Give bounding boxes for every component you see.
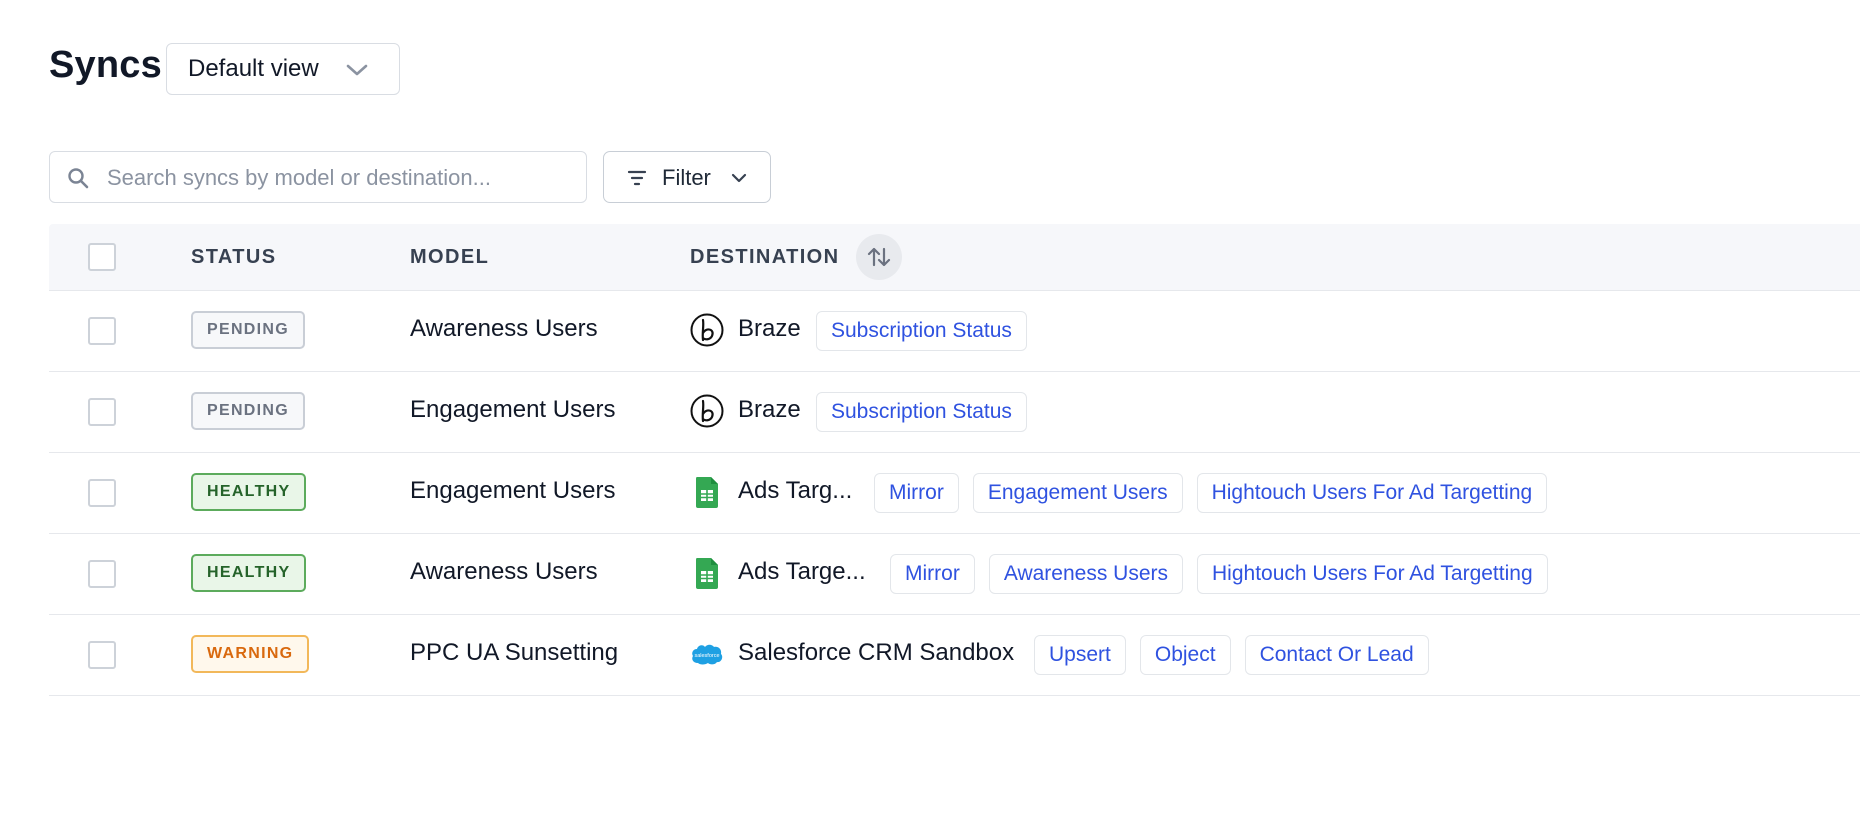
search-input[interactable] [105, 162, 579, 194]
destination-name[interactable]: Salesforce CRM Sandbox [738, 639, 1014, 667]
tag-list: Subscription Status [816, 392, 1027, 432]
tag-list: Upsert Object Contact Or Lead [1034, 635, 1429, 675]
table-row[interactable]: HEALTHY Awareness Users Ads Targe... Mir… [49, 534, 1860, 615]
model-name[interactable]: PPC UA Sunsetting [410, 639, 618, 667]
tag[interactable]: Contact Or Lead [1244, 635, 1429, 675]
tag-list: Subscription Status [816, 311, 1027, 351]
tag[interactable]: Hightouch Users For Ad Targetting [1196, 473, 1548, 513]
tag[interactable]: Mirror [874, 473, 959, 513]
table-row[interactable]: HEALTHY Engagement Users Ads Targ... Mir… [49, 453, 1860, 534]
row-checkbox[interactable] [88, 479, 116, 507]
status-badge: HEALTHY [191, 554, 307, 592]
google-sheets-icon [696, 477, 718, 508]
tag-list: Mirror Awareness Users Hightouch Users F… [890, 554, 1548, 594]
status-badge: WARNING [191, 635, 310, 673]
destination-name[interactable]: Braze [738, 396, 801, 424]
status-badge: PENDING [191, 311, 305, 349]
tag-list: Mirror Engagement Users Hightouch Users … [874, 473, 1548, 513]
tag[interactable]: Object [1139, 635, 1231, 675]
model-name[interactable]: Engagement Users [410, 477, 615, 505]
braze-icon [690, 394, 724, 428]
tag[interactable]: Mirror [890, 554, 975, 594]
destination-name[interactable]: Ads Targ... [738, 477, 852, 505]
tag[interactable]: Awareness Users [988, 554, 1184, 594]
status-badge: HEALTHY [191, 473, 307, 511]
page-title: Syncs [49, 44, 162, 86]
chevron-down-icon [346, 64, 368, 76]
filter-icon [627, 170, 647, 186]
view-select-value: Default view [188, 55, 319, 82]
table-header: STATUS MODEL DESTINATION [49, 224, 1860, 291]
tag[interactable]: Upsert [1034, 635, 1126, 675]
sort-arrows-icon [867, 247, 891, 267]
destination-name[interactable]: Ads Targe... [738, 558, 866, 586]
tag[interactable]: Engagement Users [972, 473, 1183, 513]
row-checkbox[interactable] [88, 641, 116, 669]
table-row[interactable]: PENDING Engagement Users Braze Subscript… [49, 372, 1860, 453]
tag[interactable]: Subscription Status [816, 392, 1027, 432]
column-header-destination[interactable]: DESTINATION [690, 246, 839, 269]
status-badge: PENDING [191, 392, 305, 430]
filter-button[interactable]: Filter [603, 151, 771, 203]
syncs-page: Syncs Default view Filter STATUS MODEL D… [0, 0, 1860, 830]
table-row[interactable]: WARNING PPC UA Sunsetting salesforce Sal… [49, 615, 1860, 696]
syncs-table: STATUS MODEL DESTINATION PENDING Awarene… [49, 224, 1860, 696]
destination-name[interactable]: Braze [738, 315, 801, 343]
sort-button[interactable] [856, 234, 902, 280]
column-header-model[interactable]: MODEL [410, 246, 489, 269]
model-name[interactable]: Awareness Users [410, 558, 598, 586]
model-name[interactable]: Awareness Users [410, 315, 598, 343]
google-sheets-icon [696, 558, 718, 589]
row-checkbox[interactable] [88, 317, 116, 345]
table-row[interactable]: PENDING Awareness Users Braze Subscripti… [49, 291, 1860, 372]
row-checkbox[interactable] [88, 398, 116, 426]
model-name[interactable]: Engagement Users [410, 396, 615, 424]
filter-label: Filter [662, 165, 711, 190]
search-icon [68, 168, 89, 189]
tag[interactable]: Hightouch Users For Ad Targetting [1197, 554, 1548, 594]
search-box[interactable] [49, 151, 587, 203]
salesforce-icon: salesforce [692, 644, 723, 665]
svg-text:salesforce: salesforce [694, 653, 719, 659]
row-checkbox[interactable] [88, 560, 116, 588]
braze-icon [690, 313, 724, 347]
select-all-checkbox[interactable] [88, 243, 116, 271]
view-select[interactable]: Default view [166, 43, 400, 95]
column-header-status[interactable]: STATUS [191, 246, 276, 269]
chevron-down-icon [731, 173, 747, 183]
tag[interactable]: Subscription Status [816, 311, 1027, 351]
